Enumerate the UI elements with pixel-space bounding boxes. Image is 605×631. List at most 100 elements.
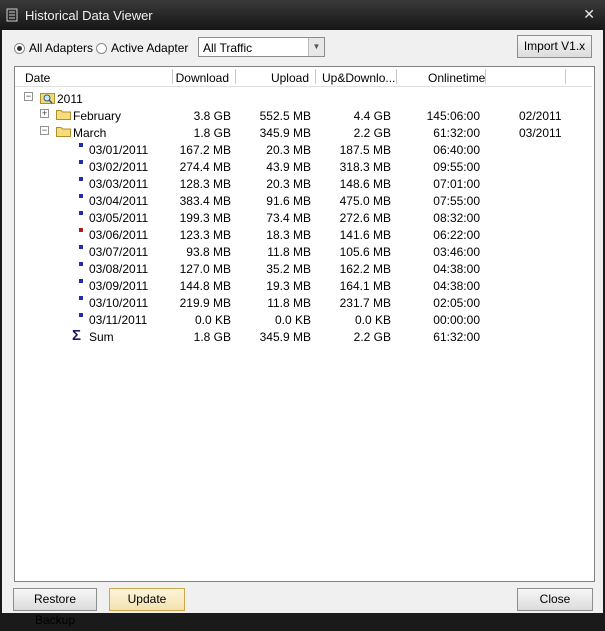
col-separator[interactable] bbox=[485, 69, 486, 84]
day-date: 03/11/2011 bbox=[89, 313, 148, 327]
day-updown: 148.6 MB bbox=[339, 177, 391, 191]
month-updown: 2.2 GB bbox=[353, 126, 391, 140]
day-upload: 0.0 KB bbox=[274, 313, 311, 327]
day-date: 03/06/2011 bbox=[89, 228, 149, 242]
day-marker-icon bbox=[79, 160, 83, 164]
tree-row-day[interactable]: 03/10/2011 219.9 MB 11.8 MB 231.7 MB 02:05:0… bbox=[15, 294, 592, 311]
expand-icon[interactable]: + bbox=[40, 109, 49, 118]
day-date: 03/03/2011 bbox=[89, 177, 149, 191]
window-title: Historical Data Viewer bbox=[25, 8, 153, 23]
day-updown: 141.6 MB bbox=[339, 228, 391, 242]
tree-row-day[interactable]: 03/03/2011 128.3 MB 20.3 MB 148.6 MB 07:01:0… bbox=[15, 175, 592, 192]
month-onlinetime: 145:06:00 bbox=[426, 109, 480, 123]
tree-row-day[interactable]: 03/11/2011 0.0 KB 0.0 KB 0.0 KB 00:00:00 bbox=[15, 311, 592, 328]
tree-row-month[interactable]: − March 1.8 GB 345.9 MB 2.2 GB 61:32:00 … bbox=[15, 124, 592, 141]
col-download[interactable]: Download bbox=[173, 71, 229, 85]
col-separator[interactable] bbox=[565, 69, 566, 84]
restore-backup-button[interactable]: Restore Backup bbox=[13, 588, 97, 627]
day-download: 383.4 MB bbox=[179, 194, 231, 208]
collapse-icon[interactable]: − bbox=[24, 92, 33, 101]
day-marker-icon bbox=[79, 143, 83, 147]
month-updown: 4.4 GB bbox=[353, 109, 391, 123]
tree-row-day[interactable]: 03/08/2011 127.0 MB 35.2 MB 162.2 MB 04:38:0… bbox=[15, 260, 592, 277]
day-download: 144.8 MB bbox=[179, 279, 231, 293]
month-period: 02/2011 bbox=[519, 109, 562, 123]
day-download: 0.0 KB bbox=[194, 313, 231, 327]
close-icon[interactable]: ✕ bbox=[583, 6, 595, 23]
app-icon bbox=[6, 8, 18, 22]
tree-row-day[interactable]: 03/04/2011 383.4 MB 91.6 MB 475.0 MB 07:55:0… bbox=[15, 192, 592, 209]
tree-row-day[interactable]: 03/09/2011 144.8 MB 19.3 MB 164.1 MB 04:38:0… bbox=[15, 277, 592, 294]
tree-row-day[interactable]: 03/05/2011 199.3 MB 73.4 MB 272.6 MB 08:32:0… bbox=[15, 209, 592, 226]
import-button[interactable]: Import V1.x bbox=[517, 35, 592, 58]
day-marker-icon bbox=[79, 245, 83, 249]
traffic-select-value: All Traffic bbox=[203, 41, 253, 55]
tree-row-month[interactable]: + February 3.8 GB 552.5 MB 4.4 GB 145:06… bbox=[15, 107, 592, 124]
col-upload[interactable]: Upload bbox=[237, 71, 309, 85]
day-onlinetime: 02:05:00 bbox=[433, 296, 480, 310]
day-updown: 231.7 MB bbox=[339, 296, 391, 310]
dialog-body: All Adapters Active Adapter All Traffic … bbox=[2, 30, 603, 627]
tree-row-day[interactable]: 03/07/2011 93.8 MB 11.8 MB 105.6 MB 03:46:00 bbox=[15, 243, 592, 260]
day-updown: 162.2 MB bbox=[339, 262, 391, 276]
day-onlinetime: 06:40:00 bbox=[433, 143, 480, 157]
day-updown: 105.6 MB bbox=[339, 245, 391, 259]
day-download: 219.9 MB bbox=[179, 296, 231, 310]
month-label: February bbox=[73, 109, 122, 123]
month-label: March bbox=[73, 126, 107, 140]
day-download: 274.4 MB bbox=[179, 160, 231, 174]
day-marker-icon bbox=[79, 279, 83, 283]
tree-row-sum[interactable]: Σ Sum 1.8 GB 345.9 MB 2.2 GB 61:32:00 bbox=[15, 327, 592, 345]
col-separator[interactable] bbox=[315, 69, 316, 84]
month-upload: 345.9 MB bbox=[259, 126, 311, 140]
day-onlinetime: 04:38:00 bbox=[433, 279, 480, 293]
tree-row-day[interactable]: 03/01/2011 167.2 MB 20.3 MB 187.5 MB 06:40:0… bbox=[15, 141, 592, 158]
traffic-select[interactable]: All Traffic ▼ bbox=[198, 37, 325, 57]
tree-row-day[interactable]: 03/06/2011 123.3 MB 18.3 MB 141.6 MB 06:22:0… bbox=[15, 226, 592, 243]
day-upload: 19.3 MB bbox=[266, 279, 311, 293]
tree-row-day[interactable]: 03/02/2011 274.4 MB 43.9 MB 318.3 MB 09:55:0… bbox=[15, 158, 592, 175]
day-upload: 20.3 MB bbox=[266, 143, 311, 157]
month-onlinetime: 61:32:00 bbox=[433, 126, 480, 140]
day-date: 03/04/2011 bbox=[89, 194, 149, 208]
day-onlinetime: 06:22:00 bbox=[433, 228, 480, 242]
col-separator[interactable] bbox=[396, 69, 397, 84]
sum-updown: 2.2 GB bbox=[353, 330, 391, 344]
day-download: 127.0 MB bbox=[179, 262, 231, 276]
day-marker-icon bbox=[79, 313, 83, 317]
tree-row-year[interactable]: − 2011 bbox=[15, 90, 592, 107]
radio-selected-icon bbox=[14, 42, 25, 54]
col-updown[interactable]: Up&Downlo... bbox=[322, 71, 395, 85]
col-date[interactable]: Date bbox=[25, 71, 50, 85]
sum-label: Sum bbox=[89, 330, 114, 344]
collapse-icon[interactable]: − bbox=[40, 126, 49, 135]
radio-unselected-icon bbox=[96, 42, 107, 54]
day-upload: 73.4 MB bbox=[266, 211, 311, 225]
radio-active-adapter[interactable]: Active Adapter bbox=[96, 41, 188, 55]
col-onlinetime[interactable]: Onlinetime bbox=[428, 71, 485, 85]
day-date: 03/08/2011 bbox=[89, 262, 149, 276]
day-date: 03/07/2011 bbox=[89, 245, 149, 259]
sum-onlinetime: 61:32:00 bbox=[433, 330, 480, 344]
month-period: 03/2011 bbox=[519, 126, 562, 140]
update-button[interactable]: Update bbox=[109, 588, 185, 611]
day-date: 03/01/2011 bbox=[89, 143, 149, 157]
history-tree[interactable]: Date Download Upload Up&Downlo... Online… bbox=[14, 66, 595, 582]
day-upload: 11.8 MB bbox=[267, 245, 311, 259]
month-download: 3.8 GB bbox=[193, 109, 231, 123]
day-download: 93.8 MB bbox=[186, 245, 231, 259]
close-button[interactable]: Close bbox=[517, 588, 593, 611]
sum-download: 1.8 GB bbox=[193, 330, 231, 344]
year-label: 2011 bbox=[57, 92, 83, 106]
day-marker-icon bbox=[79, 177, 83, 181]
radio-all-adapters-label: All Adapters bbox=[29, 41, 94, 55]
day-onlinetime: 07:01:00 bbox=[433, 177, 480, 191]
day-marker-icon bbox=[79, 228, 83, 232]
day-updown: 318.3 MB bbox=[339, 160, 391, 174]
day-marker-icon bbox=[79, 296, 83, 300]
day-onlinetime: 07:55:00 bbox=[433, 194, 480, 208]
radio-all-adapters[interactable]: All Adapters bbox=[14, 41, 93, 55]
col-separator[interactable] bbox=[235, 69, 236, 84]
chevron-down-icon[interactable]: ▼ bbox=[308, 38, 324, 56]
folder-icon bbox=[56, 110, 71, 120]
